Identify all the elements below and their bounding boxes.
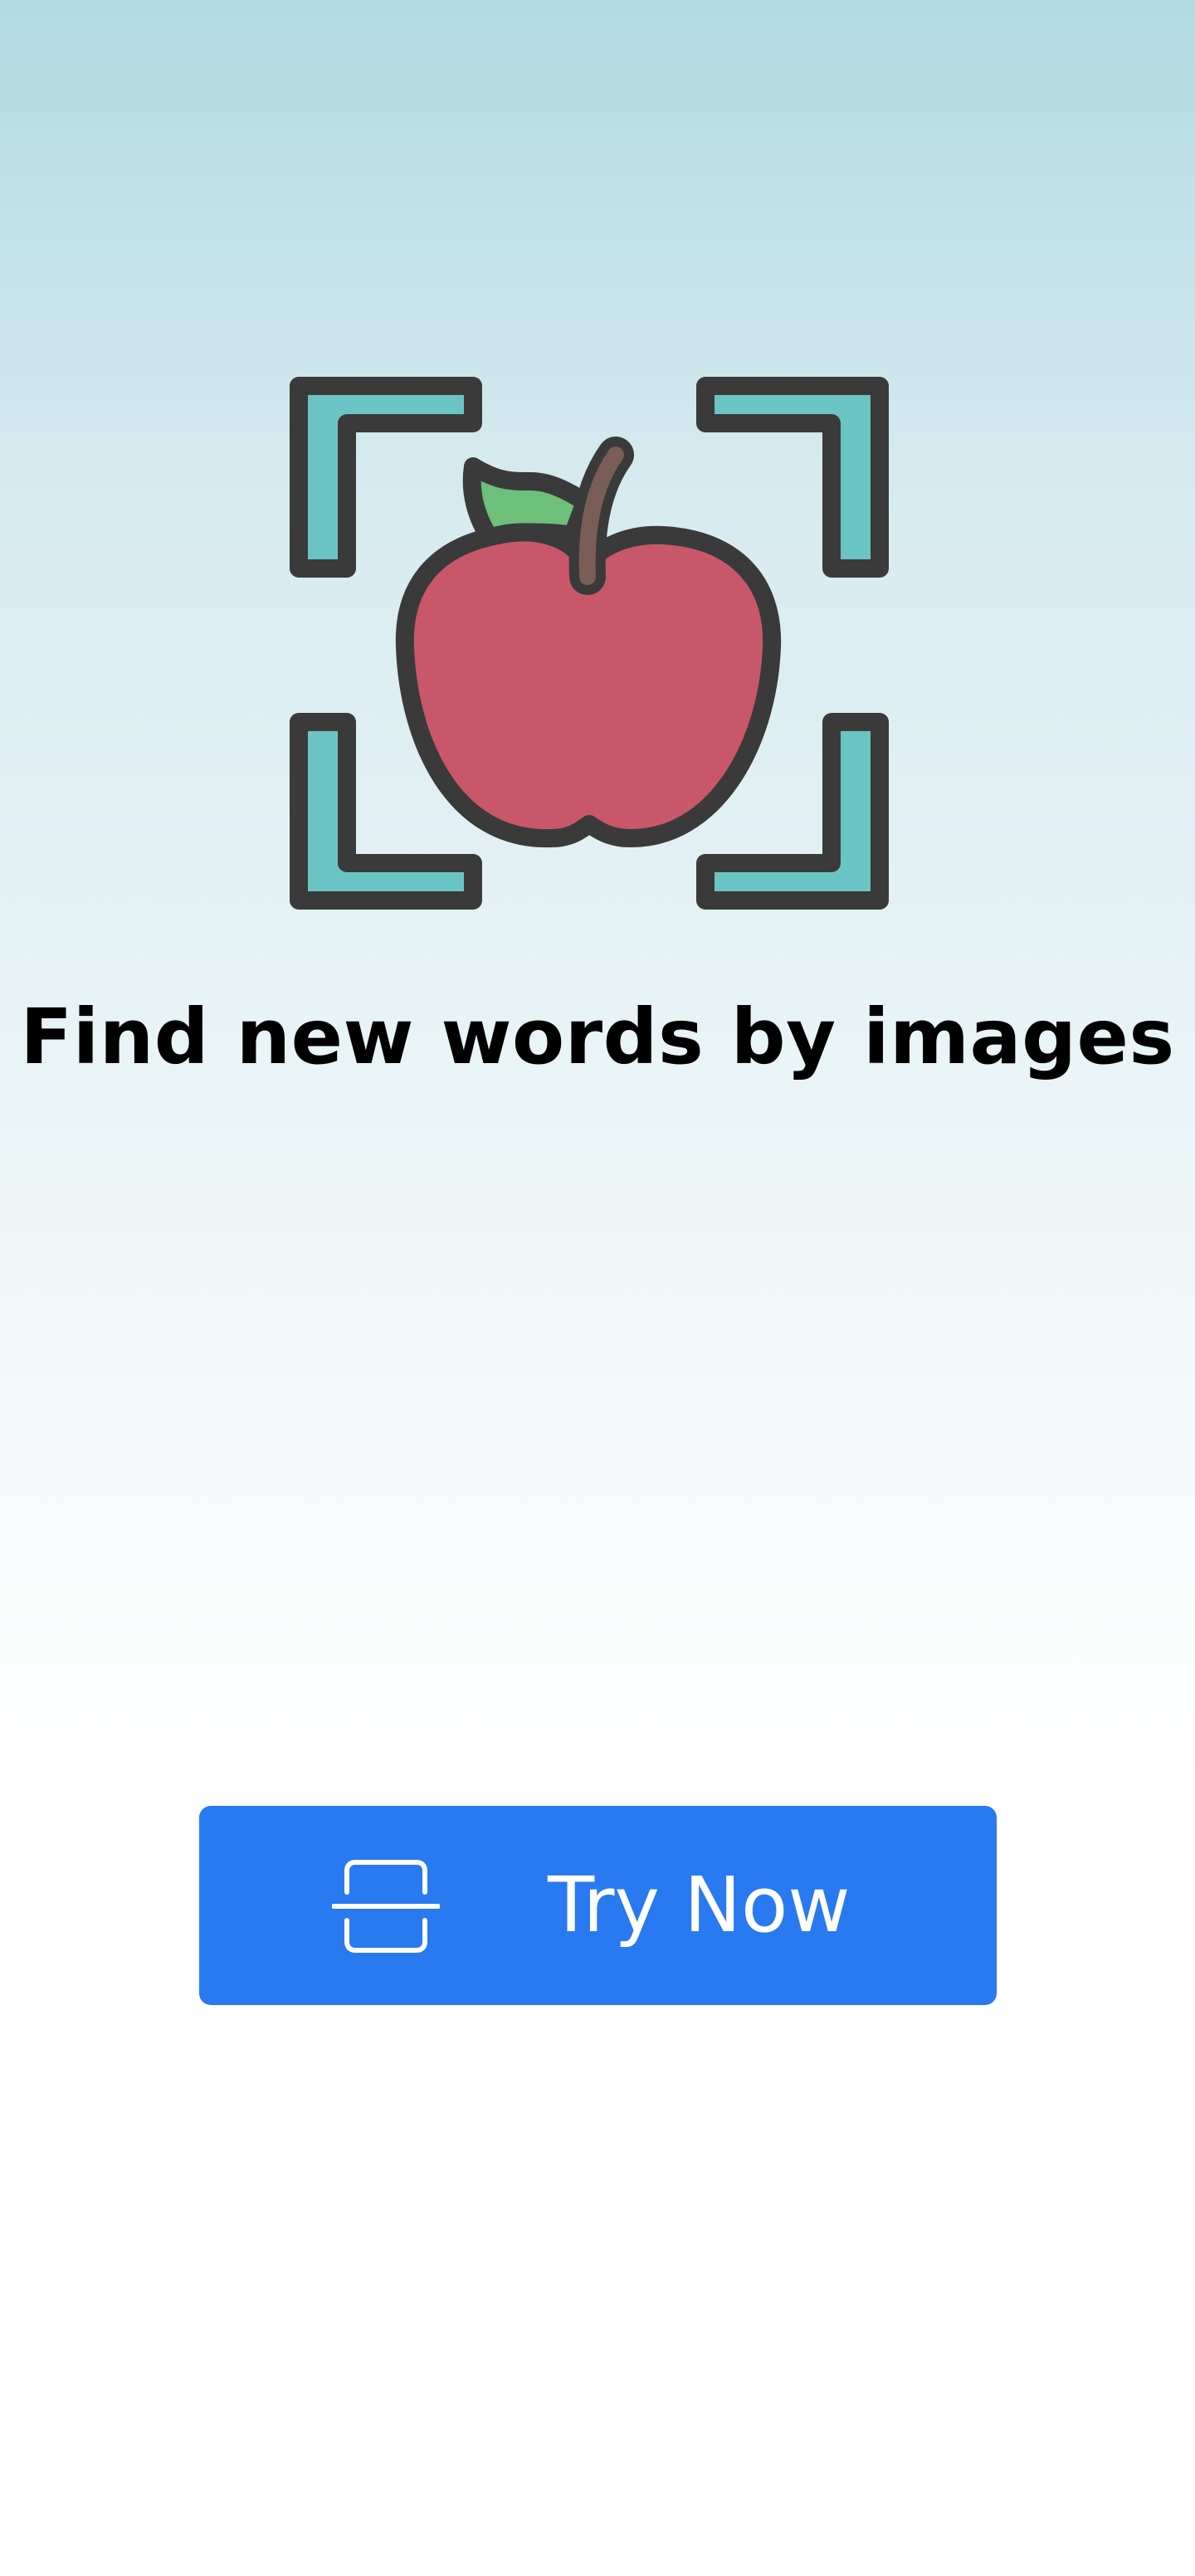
frame-corner-top-left: [290, 377, 482, 578]
frame-corner-top-right: [696, 377, 889, 578]
try-now-button[interactable]: Try Now: [199, 1806, 997, 2005]
apple-scan-icon: [290, 377, 889, 910]
headline: Find new words by images: [20, 993, 1175, 1081]
try-now-label: Try Now: [548, 1861, 851, 1949]
scan-icon: [332, 1860, 440, 1953]
